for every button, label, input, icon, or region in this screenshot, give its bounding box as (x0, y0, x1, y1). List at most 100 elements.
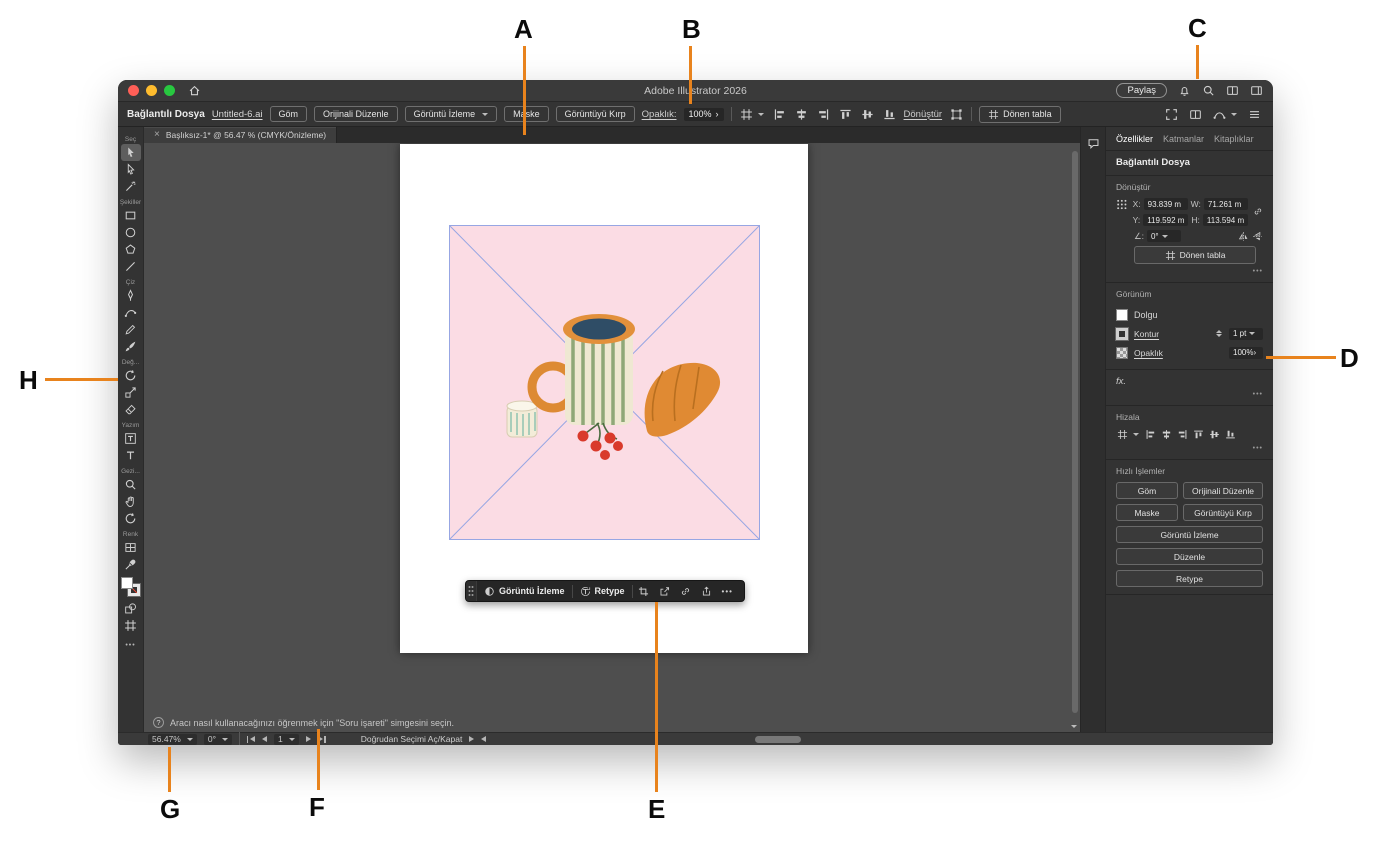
fullscreen-window-button[interactable] (164, 85, 175, 96)
w-field[interactable]: 71.261 m (1203, 198, 1248, 210)
notifications-bell-icon[interactable] (1178, 84, 1191, 97)
tool-curvature[interactable] (121, 304, 141, 321)
tool-selection[interactable] (120, 144, 141, 161)
fill-color-swatch[interactable] (1116, 308, 1128, 321)
tab-layers[interactable]: Katmanlar (1163, 134, 1204, 144)
zoom-fit-icon[interactable] (1164, 107, 1179, 122)
align-left-icon[interactable] (772, 107, 787, 122)
link-options-icon[interactable] (675, 586, 696, 597)
scroll-down-icon[interactable] (1071, 725, 1077, 728)
y-field[interactable]: 119.592 m (1143, 214, 1189, 226)
flip-horizontal-icon[interactable] (1238, 231, 1249, 242)
align-top-icon[interactable] (838, 107, 853, 122)
tool-magic-wand[interactable] (121, 178, 141, 195)
snap-options-icon[interactable] (1188, 107, 1203, 122)
close-window-button[interactable] (128, 85, 139, 96)
previous-artboard-button[interactable] (261, 736, 267, 742)
align-left-icon[interactable] (1145, 429, 1156, 440)
tool-pencil[interactable] (121, 321, 141, 338)
more-options-icon[interactable]: ••• (1116, 445, 1263, 452)
status-expand-icon[interactable] (469, 736, 475, 742)
tool-touch-type[interactable] (121, 430, 141, 447)
tool-polygon[interactable] (121, 241, 141, 258)
embed-button[interactable]: Göm (269, 106, 308, 122)
opacity-value-field[interactable]: 100% › (683, 107, 724, 121)
workspace-switcher-icon[interactable] (1250, 84, 1263, 97)
opacity-label[interactable]: Opaklık: (642, 109, 677, 120)
mask-button[interactable]: Maske (504, 106, 549, 122)
stroke-weight-field[interactable]: 1 pt (1229, 327, 1263, 340)
qa-mask-button[interactable]: Maske (1116, 504, 1178, 521)
opacity-field[interactable]: 100% › (1229, 346, 1263, 359)
qa-image-trace-button[interactable]: Görüntü İzleme (1116, 526, 1263, 543)
crop-image-icon[interactable] (633, 586, 654, 597)
x-field[interactable]: 93.839 m (1143, 198, 1188, 210)
taskbar-drag-handle[interactable] (466, 581, 477, 601)
linked-file-name[interactable]: Untitled-6.ai (212, 109, 263, 120)
free-transform-icon[interactable] (949, 107, 964, 122)
more-options-icon[interactable]: ••• (1116, 391, 1263, 398)
image-trace-dropdown[interactable]: Görüntü İzleme (404, 106, 498, 122)
opacity-icon[interactable] (1116, 346, 1128, 359)
qa-edit-original-button[interactable]: Orijinali Düzenle (1183, 482, 1263, 499)
h-field[interactable]: 113.594 m (1202, 214, 1249, 226)
artboard-number-dropdown[interactable]: 1 (273, 733, 299, 745)
minimize-window-button[interactable] (146, 85, 157, 96)
stroke-weight-stepper[interactable] (1216, 329, 1222, 338)
arrange-documents-icon[interactable] (1226, 84, 1239, 97)
share-button[interactable]: Paylaş (1116, 83, 1167, 98)
align-right-icon[interactable] (1177, 429, 1188, 440)
stroke-label[interactable]: Kontur (1134, 329, 1159, 339)
align-right-icon[interactable] (816, 107, 831, 122)
document-tab[interactable]: × Başlıksız-1* @ 56.47 % (CMYK/Önizleme) (144, 127, 338, 143)
opacity-label[interactable]: Opaklık (1134, 348, 1163, 358)
next-artboard-button[interactable] (305, 736, 311, 742)
edit-toolbar-icon[interactable]: ••• (125, 642, 135, 649)
control-bar-menu-icon[interactable] (1247, 107, 1262, 122)
more-options-icon[interactable]: ••• (717, 587, 738, 596)
reference-point-locator[interactable] (1116, 198, 1128, 211)
tool-rectangle[interactable] (121, 207, 141, 224)
tool-direct-selection[interactable] (121, 161, 141, 178)
retype-button[interactable]: Retype (573, 586, 632, 597)
help-icon[interactable]: ? (153, 717, 164, 728)
tool-artboard[interactable] (121, 617, 141, 634)
fill-swatch[interactable] (121, 577, 133, 589)
tool-rotate-view[interactable] (121, 510, 141, 527)
align-center-icon[interactable] (1161, 429, 1172, 440)
align-to-dropdown[interactable] (1116, 428, 1140, 441)
edit-original-button[interactable]: Orijinali Düzenle (314, 106, 398, 122)
stroke-color-swatch[interactable] (1116, 327, 1128, 340)
tool-paintbrush[interactable] (121, 338, 141, 355)
edit-original-icon[interactable] (654, 586, 675, 597)
more-options-icon[interactable]: ••• (1116, 268, 1263, 275)
constrain-proportions-icon[interactable] (1253, 206, 1263, 217)
home-icon[interactable] (188, 84, 201, 97)
artboard-quick-button[interactable]: Dönen tabla (1134, 246, 1256, 264)
qa-arrange-button[interactable]: Düzenle (1116, 548, 1263, 565)
transform-label[interactable]: Dönüştür (904, 109, 943, 120)
align-bottom-icon[interactable] (882, 107, 897, 122)
tab-properties[interactable]: Özellikler (1116, 134, 1153, 144)
image-trace-button[interactable]: Görüntü İzleme (477, 586, 572, 597)
first-artboard-button[interactable] (246, 735, 255, 743)
align-center-icon[interactable] (794, 107, 809, 122)
align-to-selection-dropdown[interactable] (739, 107, 765, 122)
crop-image-button[interactable]: Görüntüyü Kırp (555, 106, 635, 122)
open-image-icon[interactable] (696, 586, 717, 597)
canvas[interactable]: Görüntü İzleme Retype ••• ? Aracı nasıl (144, 143, 1080, 732)
tool-zoom[interactable] (121, 476, 141, 493)
close-tab-icon[interactable]: × (154, 130, 160, 140)
align-top-icon[interactable] (1193, 429, 1204, 440)
placed-linked-image[interactable] (449, 225, 760, 540)
tab-libraries[interactable]: Kitaplıklar (1214, 134, 1254, 144)
tool-line-segment[interactable] (121, 258, 141, 275)
fill-stroke-indicator[interactable] (121, 577, 140, 596)
search-icon[interactable] (1202, 84, 1215, 97)
qa-embed-button[interactable]: Göm (1116, 482, 1178, 499)
smoothing-options-icon[interactable] (1212, 107, 1238, 122)
qa-retype-button[interactable]: Retype (1116, 570, 1263, 587)
tool-pen[interactable] (121, 287, 141, 304)
fx-label[interactable]: fx. (1116, 376, 1126, 387)
tool-eyedropper[interactable] (121, 556, 141, 573)
